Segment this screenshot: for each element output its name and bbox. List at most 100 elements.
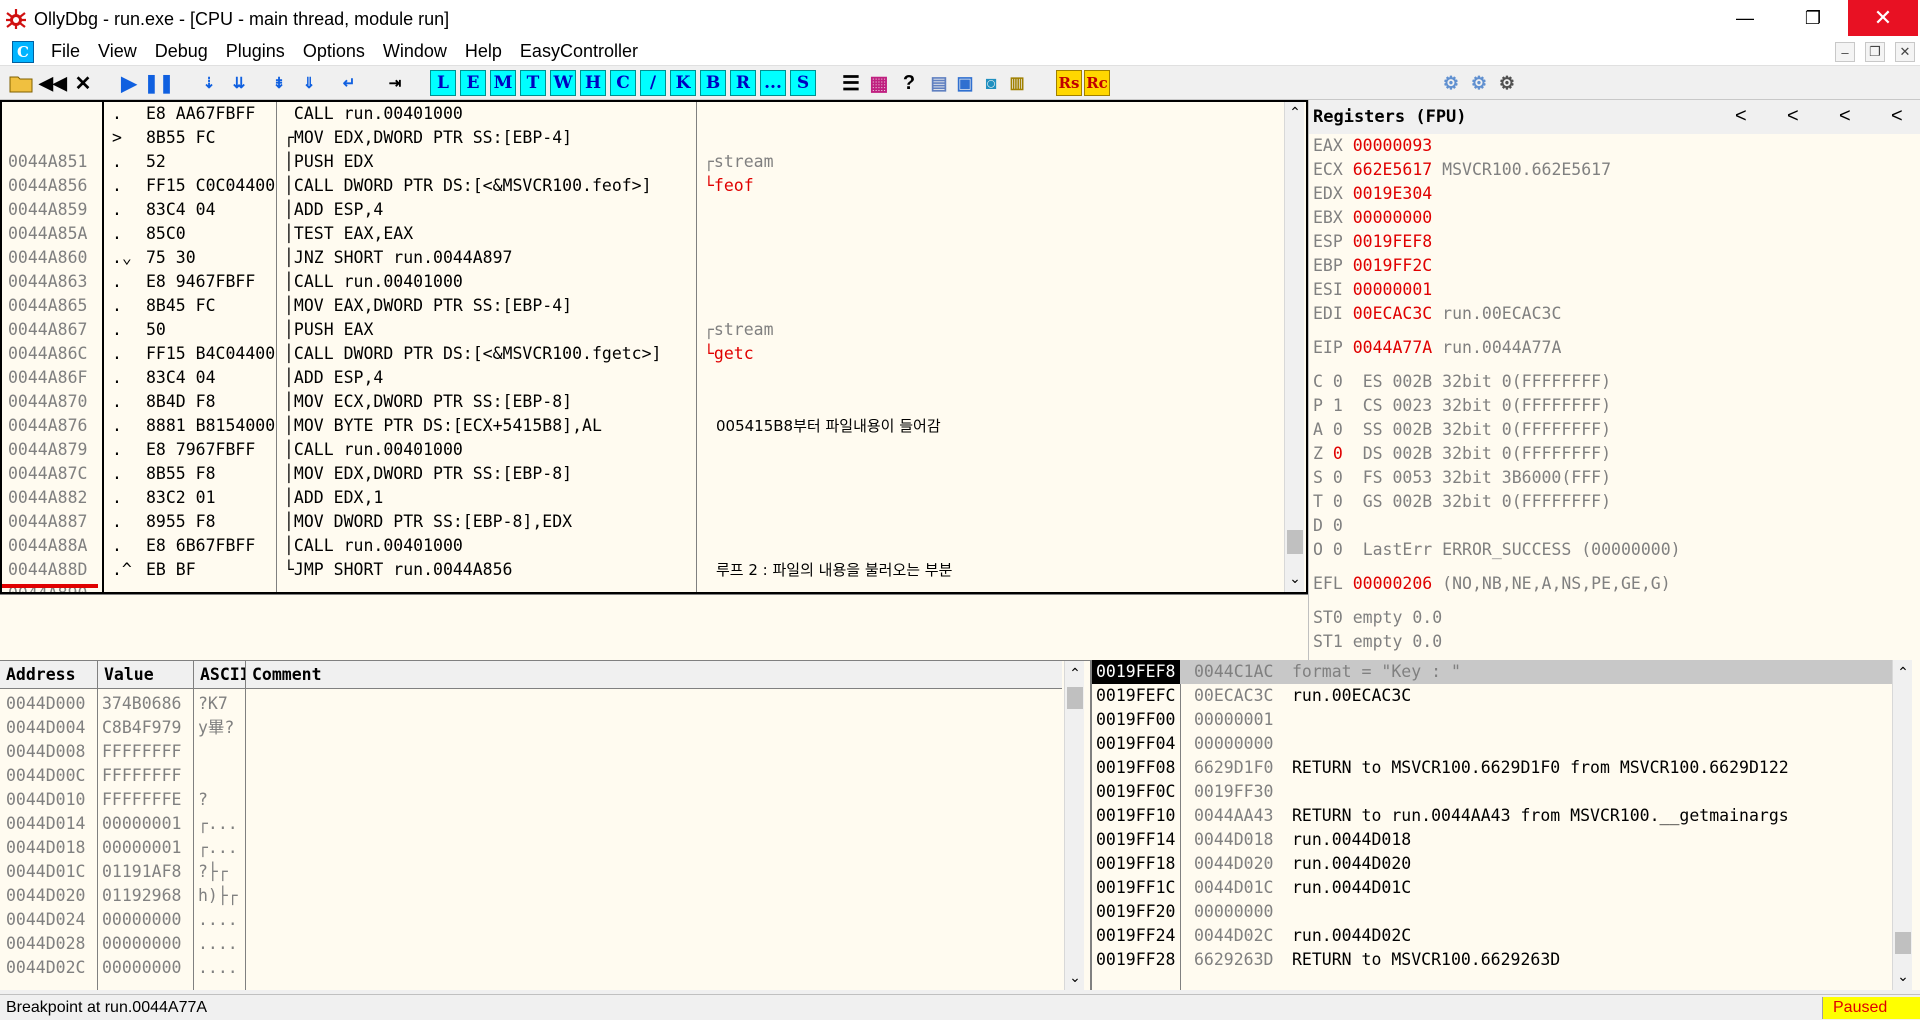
dump-header-value[interactable]: Value: [98, 661, 194, 689]
flag-row[interactable]: D 0: [1313, 514, 1681, 538]
flag-value[interactable]: 0: [1333, 420, 1343, 439]
dump-address[interactable]: 0044D028: [0, 932, 98, 956]
stack-value[interactable]: 0044D02C: [1180, 924, 1288, 948]
restart-icon[interactable]: ◀◀: [39, 70, 67, 96]
register-value[interactable]: 0019FEF8: [1353, 232, 1432, 251]
dump-pane[interactable]: Address Value ASCII Comment 0044D000 374B…: [0, 660, 1090, 990]
windows-button[interactable]: W: [550, 70, 576, 96]
dump-row[interactable]: 0044D004 C8B4F979 y畢?: [0, 716, 246, 740]
disasm-hex-bytes[interactable]: E8 6B67FBFF: [140, 534, 276, 558]
stack-row[interactable]: 0019FEFC 00ECAC3C run.00ECAC3C: [1092, 684, 1789, 708]
dump-address[interactable]: 0044D018: [0, 836, 98, 860]
stack-row[interactable]: 0019FF04 00000000: [1092, 732, 1789, 756]
stack-address[interactable]: 0019FF18: [1092, 852, 1180, 876]
disasm-hex-bytes[interactable]: E8 7967FBFF: [140, 438, 276, 462]
disasm-address[interactable]: 0044A88D: [2, 558, 98, 582]
disasm-instruction[interactable]: CALL run.00401000: [278, 102, 696, 126]
flag-value[interactable]: 0: [1333, 372, 1343, 391]
stack-address[interactable]: 0019FF24: [1092, 924, 1180, 948]
menu-help[interactable]: Help: [456, 41, 511, 62]
stack-address[interactable]: 0019FF08: [1092, 756, 1180, 780]
disasm-instruction[interactable]: │CALL run.00401000: [278, 534, 696, 558]
call-stack-button[interactable]: K: [670, 70, 696, 96]
plugin-one-icon[interactable]: ▤: [926, 70, 952, 96]
grid-icon[interactable]: ▦: [866, 70, 892, 96]
stack-row[interactable]: 0019FF18 0044D020 run.0044D020: [1092, 852, 1789, 876]
disasm-instruction[interactable]: │ADD ESP,4: [278, 198, 696, 222]
disasm-address[interactable]: 0044A86F: [2, 366, 98, 390]
stack-address[interactable]: 0019FF1C: [1092, 876, 1180, 900]
stack-row[interactable]: 0019FF14 0044D018 run.0044D018: [1092, 828, 1789, 852]
dump-value[interactable]: 374B0686: [98, 692, 194, 716]
register-value[interactable]: 0019E304: [1353, 184, 1432, 203]
stack-row[interactable]: 0019FF24 0044D02C run.0044D02C: [1092, 924, 1789, 948]
dump-row[interactable]: 0044D010 FFFFFFFE?: [0, 788, 246, 812]
go-to-icon[interactable]: ⇥: [382, 70, 408, 96]
disasm-address[interactable]: 0044A88A: [2, 534, 98, 558]
cpu-window-icon[interactable]: C: [12, 40, 34, 63]
stack-value[interactable]: 00000000: [1180, 900, 1288, 924]
log-window-button[interactable]: L: [430, 70, 456, 96]
trace-into-icon[interactable]: ⇟: [266, 70, 292, 96]
stack-address[interactable]: 0019FF04: [1092, 732, 1180, 756]
disasm-hex-bytes[interactable]: E8 AA67FBFF: [140, 102, 276, 126]
disasm-hex-bytes[interactable]: FF15 B4C04400: [140, 342, 276, 366]
dump-address[interactable]: 0044D00C: [0, 764, 98, 788]
flag-row[interactable]: T 0 GS 002B 32bit 0(FFFFFFFF): [1313, 490, 1681, 514]
disassembly-pane[interactable]: 0044A851 0044A856 0044A859 0044A85A 0044A860…: [0, 100, 1308, 594]
disasm-hex-bytes[interactable]: 52: [140, 150, 276, 174]
run-icon[interactable]: ▶: [116, 70, 142, 96]
plugin-three-icon[interactable]: ◙: [978, 70, 1004, 96]
scroll-thumb[interactable]: [1895, 932, 1911, 954]
mdi-close-icon[interactable]: ✕: [1895, 42, 1915, 62]
disasm-hex-bytes[interactable]: 8881 B8154000: [140, 414, 276, 438]
disasm-address[interactable]: 0044A860: [2, 246, 98, 270]
pause-icon[interactable]: ❚❚: [144, 70, 174, 96]
menu-debug[interactable]: Debug: [146, 41, 217, 62]
flag-value[interactable]: 0: [1333, 468, 1343, 487]
disasm-hex-bytes[interactable]: 85C0: [140, 222, 276, 246]
register-row[interactable]: EBX 00000000: [1313, 206, 1681, 230]
flag-row[interactable]: Z 0 DS 002B 32bit 0(FFFFFFFF): [1313, 442, 1681, 466]
dump-value[interactable]: 00000000: [98, 908, 194, 932]
dump-header-address[interactable]: Address: [0, 661, 98, 689]
breakpoints-button[interactable]: B: [700, 70, 726, 96]
register-value[interactable]: 0019FF2C: [1353, 256, 1432, 275]
rc-button[interactable]: Rc: [1084, 70, 1110, 96]
register-value[interactable]: 00000206: [1353, 574, 1432, 593]
step-into-icon[interactable]: ⇣: [196, 70, 222, 96]
close-program-icon[interactable]: ✕: [70, 70, 96, 96]
stack-row[interactable]: 0019FF1C 0044D01C run.0044D01C: [1092, 876, 1789, 900]
help-button[interactable]: ?: [896, 70, 922, 96]
disasm-instruction[interactable]: └JMP SHORT run.0044A856: [278, 558, 696, 582]
run-trace-button[interactable]: ...: [760, 70, 786, 96]
dump-row[interactable]: 0044D018 00000001 ┌...: [0, 836, 246, 860]
stack-value[interactable]: 0044C1AC: [1180, 660, 1288, 684]
plugin-gear-icon[interactable]: ⚙: [1494, 70, 1520, 96]
disasm-hex-bytes[interactable]: 8B4D F8: [140, 390, 276, 414]
stack-value[interactable]: 0019FF30: [1180, 780, 1288, 804]
patches-button[interactable]: /: [640, 70, 666, 96]
dump-value[interactable]: 00000000: [98, 932, 194, 956]
register-row[interactable]: EFL 00000206 (NO,NB,NE,A,NS,PE,GE,G): [1313, 572, 1681, 596]
menu-plugins[interactable]: Plugins: [217, 41, 294, 62]
stack-row[interactable]: 0019FF10 0044AA43 RETURN to run.0044AA43 f…: [1092, 804, 1789, 828]
disasm-address[interactable]: 0044A887: [2, 510, 98, 534]
dump-row[interactable]: 0044D00C FFFFFFFF: [0, 764, 246, 788]
source-button[interactable]: S: [790, 70, 816, 96]
dump-value[interactable]: 01192968: [98, 884, 194, 908]
menu-window[interactable]: Window: [374, 41, 456, 62]
dump-row[interactable]: 0044D028 00000000....: [0, 932, 246, 956]
register-row[interactable]: ESI 00000001: [1313, 278, 1681, 302]
dump-value[interactable]: 00000001: [98, 836, 194, 860]
disasm-instruction[interactable]: │ADD ESP,4: [278, 366, 696, 390]
cpu-button[interactable]: C: [610, 70, 636, 96]
threads-button[interactable]: T: [520, 70, 546, 96]
dump-value[interactable]: FFFFFFFE: [98, 788, 194, 812]
stack-value[interactable]: 0044AA43: [1180, 804, 1288, 828]
minimize-button[interactable]: —: [1710, 0, 1780, 36]
plugin-config-icon[interactable]: ⚙: [1438, 70, 1464, 96]
stack-row[interactable]: 0019FF20 00000000: [1092, 900, 1789, 924]
disasm-instruction[interactable]: │MOV ECX,DWORD PTR SS:[EBP-8]: [278, 390, 696, 414]
dump-row[interactable]: 0044D014 00000001 ┌...: [0, 812, 246, 836]
